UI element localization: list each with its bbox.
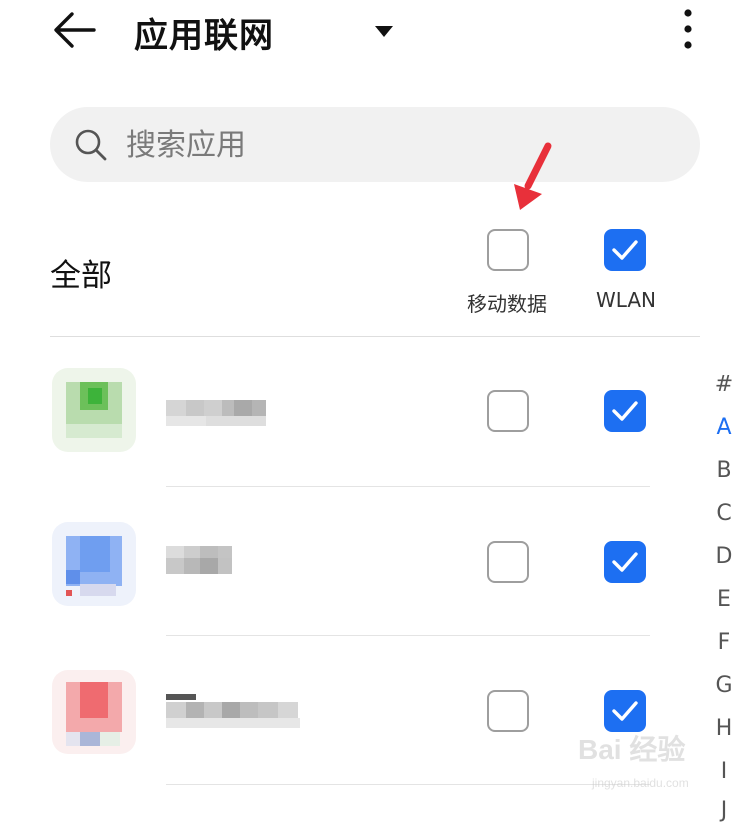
blurred-text — [166, 694, 300, 728]
index-letter[interactable]: B — [712, 458, 736, 483]
row-divider — [166, 635, 650, 636]
search-icon — [75, 129, 107, 161]
index-letter[interactable]: E — [712, 587, 736, 612]
more-options-button[interactable] — [674, 4, 702, 54]
checkmark-icon — [612, 240, 638, 260]
blurred-text — [166, 400, 266, 426]
app-name — [166, 692, 300, 728]
mobile-data-all-checkbox[interactable] — [487, 229, 529, 271]
annotation-arrow-icon — [514, 142, 552, 210]
watermark-brand: Bai 经验 — [578, 734, 686, 765]
search-bar[interactable] — [50, 107, 700, 182]
index-letter[interactable]: G — [712, 673, 736, 698]
triangle-down-icon — [375, 26, 393, 37]
blurred-text — [166, 546, 232, 574]
watermark: Bai 经验 jingyan.baidu.com — [578, 728, 738, 798]
app-icon — [52, 522, 136, 606]
app-wlan-checkbox[interactable] — [604, 690, 646, 732]
app-name — [166, 392, 284, 428]
section-divider — [50, 336, 700, 337]
row-divider — [166, 486, 650, 487]
app-mobile-data-checkbox[interactable] — [487, 690, 529, 732]
back-button[interactable] — [48, 6, 104, 54]
checkmark-icon — [612, 552, 638, 572]
checkmark-icon — [612, 701, 638, 721]
more-vertical-icon — [684, 9, 692, 49]
app-icon — [52, 368, 136, 452]
page-title: 应用联网 — [134, 16, 274, 56]
watermark-url: jingyan.baidu.com — [592, 776, 689, 790]
index-letter[interactable]: C — [712, 501, 736, 526]
app-wlan-checkbox[interactable] — [604, 541, 646, 583]
app-mobile-data-checkbox[interactable] — [487, 390, 529, 432]
wlan-column-label: WLAN — [596, 288, 657, 312]
index-letter[interactable]: F — [712, 630, 736, 655]
checkmark-icon — [612, 401, 638, 421]
index-letter[interactable]: # — [712, 372, 736, 397]
index-letter[interactable]: J — [712, 798, 736, 823]
wlan-all-checkbox[interactable] — [604, 229, 646, 271]
app-name — [166, 540, 236, 576]
app-mobile-data-checkbox[interactable] — [487, 541, 529, 583]
search-input[interactable] — [124, 121, 648, 169]
title-dropdown-button[interactable] — [372, 22, 396, 40]
index-letter[interactable]: D — [712, 544, 736, 569]
index-letter[interactable]: A — [712, 415, 736, 440]
app-wlan-checkbox[interactable] — [604, 390, 646, 432]
app-icon — [52, 670, 136, 754]
filter-all-label: 全部 — [50, 258, 112, 294]
arrow-left-icon — [54, 12, 96, 48]
mobile-data-column-label: 移动数据 — [467, 292, 547, 316]
